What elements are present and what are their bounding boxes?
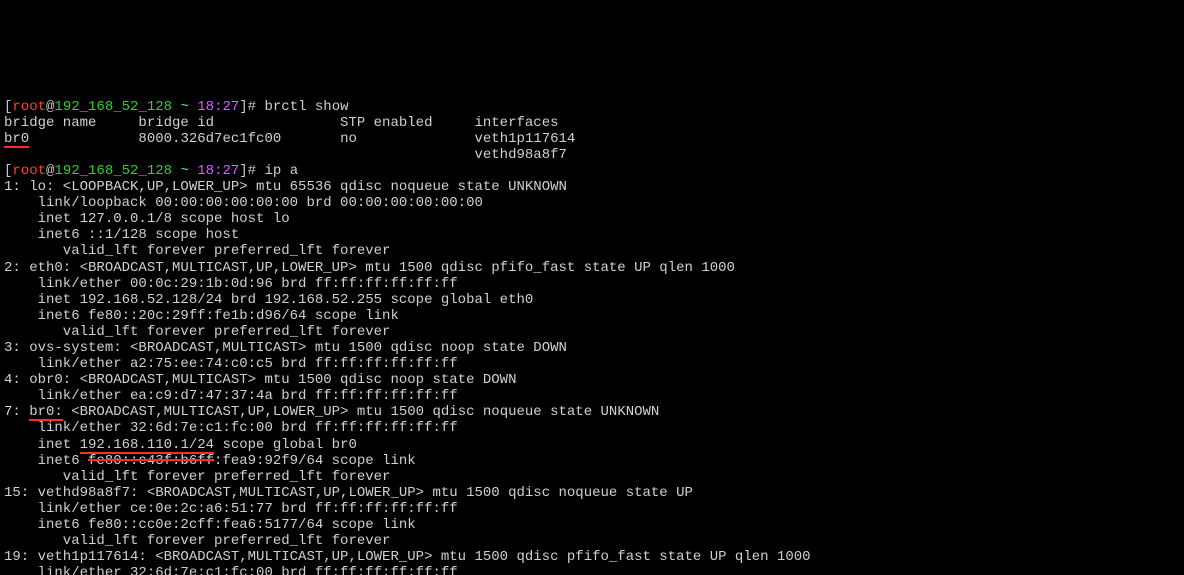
ipa-line: link/ether 00:0c:29:1b:0d:96 brd ff:ff:f… [4,276,458,292]
cmd-ipa: ip a [265,163,299,179]
prompt-2: [root@192_168_52_128 ~ 18:27]# [4,163,265,179]
ipa-line: inet 127.0.0.1/8 scope host lo [4,211,290,227]
ipa-line: 1: lo: <LOOPBACK,UP,LOWER_UP> mtu 65536 … [4,179,567,195]
brctl-header: bridge name bridge id STP enabled interf… [4,115,559,131]
ipa-br0-inet6: inet6 fe80::c43f:b6ff:fea9:92f9/64 scope… [4,453,416,469]
brctl-row-1: br0 8000.326d7ec1fc00 no veth1p117614 [4,131,575,147]
ipa-br0-inet: inet 192.168.110.1/24 scope global br0 [4,437,357,453]
ipa-line: valid_lft forever preferred_lft forever [4,243,390,259]
ipa-line: link/loopback 00:00:00:00:00:00 brd 00:0… [4,195,483,211]
ipa-line: link/ether ce:0e:2c:a6:51:77 brd ff:ff:f… [4,501,458,517]
ipa-br0-link: link/ether 32:6d:7e:c1:fc:00 brd ff:ff:f… [4,420,458,436]
ipa-line: inet6 fe80::20c:29ff:fe1b:d96/64 scope l… [4,308,399,324]
ipa-line: 2: eth0: <BROADCAST,MULTICAST,UP,LOWER_U… [4,260,735,276]
cmd-brctl: brctl show [265,99,349,115]
ipa-br0-header: 7: br0: <BROADCAST,MULTICAST,UP,LOWER_UP… [4,404,659,420]
ipa-line: valid_lft forever preferred_lft forever [4,533,390,549]
ipa-line: inet6 ::1/128 scope host [4,227,239,243]
terminal[interactable]: { "prompt": { "lbracket": "[", "user": "… [0,32,1184,575]
ipa-line: 15: vethd98a8f7: <BROADCAST,MULTICAST,UP… [4,485,693,501]
ipa-line: inet 192.168.52.128/24 brd 192.168.52.25… [4,292,533,308]
ipa-line: link/ether 32:6d:7e:c1:fc:00 brd ff:ff:f… [4,565,458,575]
brctl-row-2: vethd98a8f7 [4,147,567,163]
ipa-line: inet6 fe80::cc0e:2cff:fea6:5177/64 scope… [4,517,416,533]
ipa-line: 3: ovs-system: <BROADCAST,MULTICAST> mtu… [4,340,567,356]
ipa-line: 4: obr0: <BROADCAST,MULTICAST> mtu 1500 … [4,372,516,388]
ipa-line: link/ether a2:75:ee:74:c0:c5 brd ff:ff:f… [4,356,458,372]
ipa-line: valid_lft forever preferred_lft forever [4,469,390,485]
ipa-line: link/ether ea:c9:d7:47:37:4a brd ff:ff:f… [4,388,458,404]
ipa-line: 19: veth1p117614: <BROADCAST,MULTICAST,U… [4,549,811,565]
ipa-line: valid_lft forever preferred_lft forever [4,324,390,340]
prompt-1: [root@192_168_52_128 ~ 18:27]# [4,99,265,115]
